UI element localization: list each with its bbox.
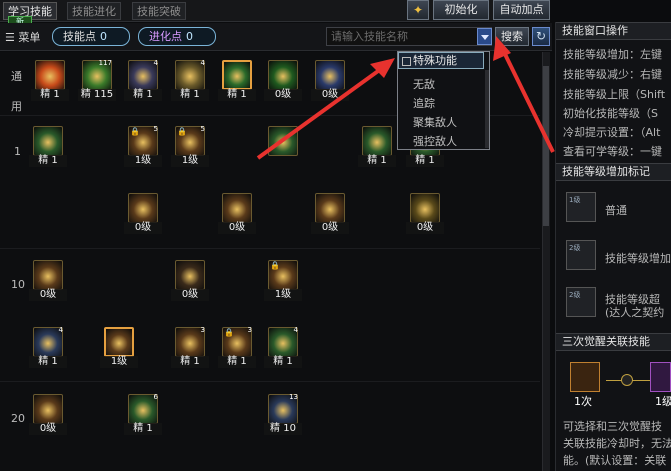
arrow-left-shaft bbox=[256, 64, 387, 160]
annotation-arrows bbox=[256, 36, 555, 160]
arrow-right-shaft bbox=[500, 47, 555, 153]
